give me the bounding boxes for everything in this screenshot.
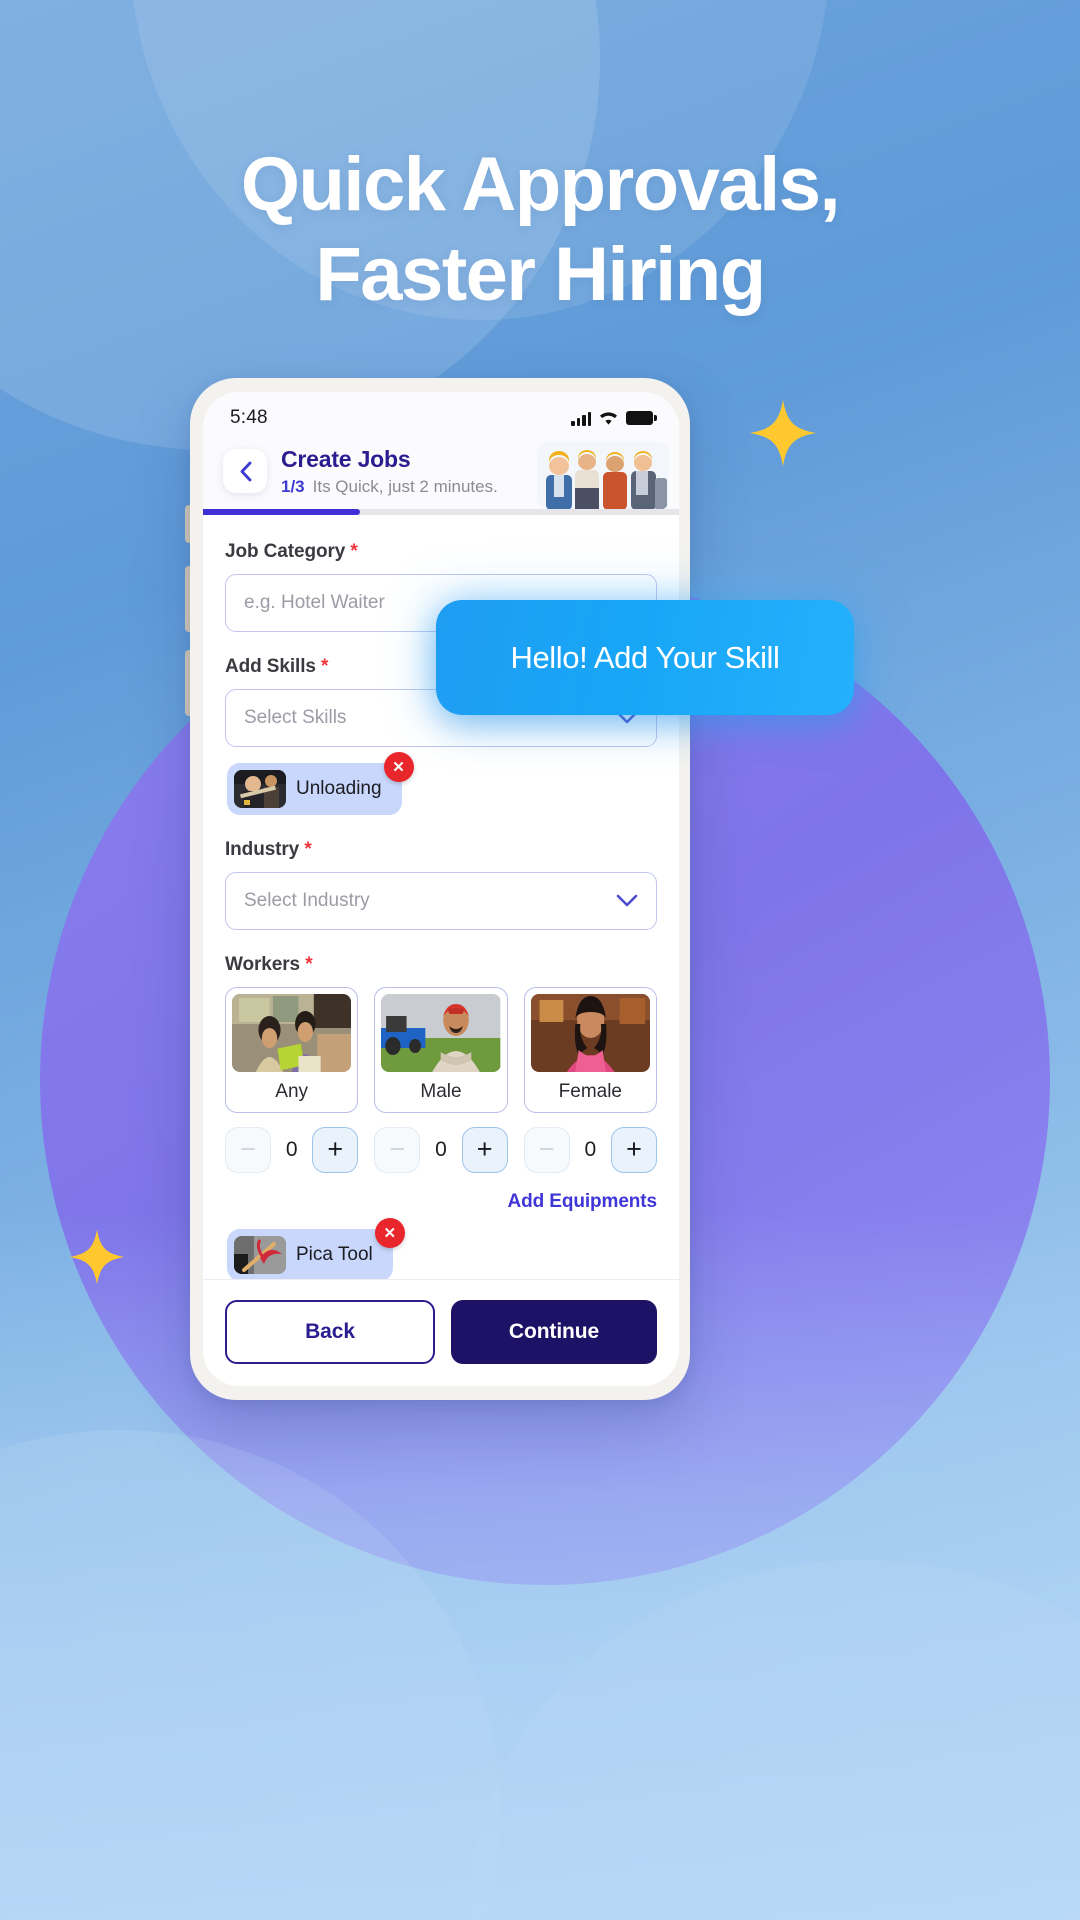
- equipment-chip-pica-tool[interactable]: Pica Tool ✕: [227, 1217, 405, 1279]
- selected-equipment-chips: Pica Tool ✕: [227, 1217, 657, 1279]
- pickaxe-photo: [234, 1235, 286, 1274]
- any-workers-photo: [232, 993, 352, 1072]
- status-bar: 5:48: [203, 392, 679, 438]
- worker-count-female: 0: [584, 1137, 597, 1161]
- sparkle-icon-top-right: [748, 398, 818, 468]
- sparkle-icon-bottom-left: [68, 1228, 126, 1286]
- battery-full-icon: [626, 411, 657, 425]
- field-workers: Workers * Any Male Female − 0 + − 0 + − …: [225, 954, 657, 1173]
- worker-card-label: Female: [558, 1080, 622, 1102]
- stepper-any: − 0 +: [225, 1126, 359, 1173]
- worker-count-any: 0: [285, 1137, 298, 1161]
- industry-select[interactable]: Select Industry: [225, 871, 657, 930]
- worker-card-any[interactable]: Any: [225, 986, 359, 1113]
- worker-count-steppers: − 0 + − 0 + − 0 +: [225, 1126, 657, 1173]
- required-asterisk: *: [305, 953, 313, 975]
- worker-type-grid: Any Male Female: [225, 986, 657, 1113]
- worker-card-label: Male: [420, 1080, 462, 1102]
- headline-line-1: Quick Approvals,: [240, 142, 841, 227]
- header-subtitle: Its Quick, just 2 minutes.: [312, 476, 498, 496]
- close-icon[interactable]: ✕: [383, 751, 414, 782]
- stepper-male: − 0 +: [374, 1126, 508, 1173]
- job-category-label: Job Category *: [225, 541, 657, 563]
- unloading-photo: [234, 769, 286, 808]
- job-category-label-text: Job Category: [225, 540, 346, 562]
- workers-illustration: [537, 442, 669, 510]
- field-industry: Industry * Select Industry: [225, 839, 657, 930]
- add-equipments-link[interactable]: Add Equipments: [225, 1191, 657, 1213]
- step-indicator: 1/3: [281, 476, 305, 496]
- status-time: 5:48: [230, 407, 268, 428]
- selected-skill-chips: Unloading ✕: [227, 751, 657, 815]
- increment-button-male[interactable]: +: [461, 1126, 508, 1173]
- continue-button[interactable]: Continue: [451, 1300, 657, 1364]
- required-asterisk: *: [304, 838, 312, 860]
- skill-chip-label: Unloading: [296, 777, 382, 799]
- wifi-icon: [600, 411, 617, 425]
- workers-label-text: Workers: [225, 953, 300, 975]
- decrement-button-male[interactable]: −: [374, 1126, 421, 1173]
- required-asterisk: *: [350, 540, 358, 562]
- step-progress-bar: [203, 508, 679, 515]
- headline-line-2: Faster Hiring: [315, 231, 766, 317]
- increment-button-female[interactable]: +: [610, 1126, 657, 1173]
- add-skills-label-text: Add Skills: [225, 655, 316, 677]
- form-footer: Back Continue: [203, 1279, 679, 1386]
- app-header: Create Jobs 1/3 Its Quick, just 2 minute…: [203, 438, 679, 510]
- female-worker-photo: [530, 993, 650, 1072]
- phone-mockup: 5:48 Create Jobs 1/3 Its Quick, just 2 m…: [190, 378, 690, 1400]
- male-worker-photo: [381, 993, 501, 1072]
- signal-bars-icon: [571, 411, 591, 426]
- phone-screen: 5:48 Create Jobs 1/3 Its Quick, just 2 m…: [203, 392, 679, 1386]
- worker-count-male: 0: [435, 1137, 447, 1161]
- decrement-button-any[interactable]: −: [225, 1126, 271, 1173]
- chevron-left-icon: [240, 461, 251, 482]
- increment-button-any[interactable]: +: [312, 1126, 359, 1173]
- industry-label-text: Industry: [225, 838, 300, 860]
- equipment-chip-label: Pica Tool: [296, 1243, 373, 1265]
- worker-card-label: Any: [275, 1080, 309, 1102]
- stepper-female: − 0 +: [523, 1126, 657, 1173]
- hello-tooltip-bubble: Hello! Add Your Skill: [436, 600, 854, 715]
- back-navigation-button[interactable]: [223, 449, 267, 494]
- worker-card-male[interactable]: Male: [374, 986, 508, 1113]
- workers-label: Workers *: [225, 954, 657, 976]
- back-button[interactable]: Back: [225, 1300, 435, 1364]
- industry-label: Industry *: [225, 839, 657, 861]
- close-icon[interactable]: ✕: [374, 1217, 405, 1248]
- skill-chip-unloading[interactable]: Unloading ✕: [227, 751, 414, 815]
- step-progress-fill: [203, 508, 361, 515]
- worker-card-female[interactable]: Female: [523, 986, 657, 1113]
- status-icon-group: [571, 411, 657, 426]
- industry-placeholder: Select Industry: [244, 889, 370, 911]
- add-skills-placeholder: Select Skills: [244, 706, 347, 728]
- promo-headline: Quick Approvals, Faster Hiring: [0, 140, 1080, 319]
- required-asterisk: *: [321, 655, 329, 677]
- decrement-button-female[interactable]: −: [523, 1126, 570, 1173]
- chevron-down-icon: [616, 894, 638, 907]
- job-category-placeholder: e.g. Hotel Waiter: [244, 591, 385, 613]
